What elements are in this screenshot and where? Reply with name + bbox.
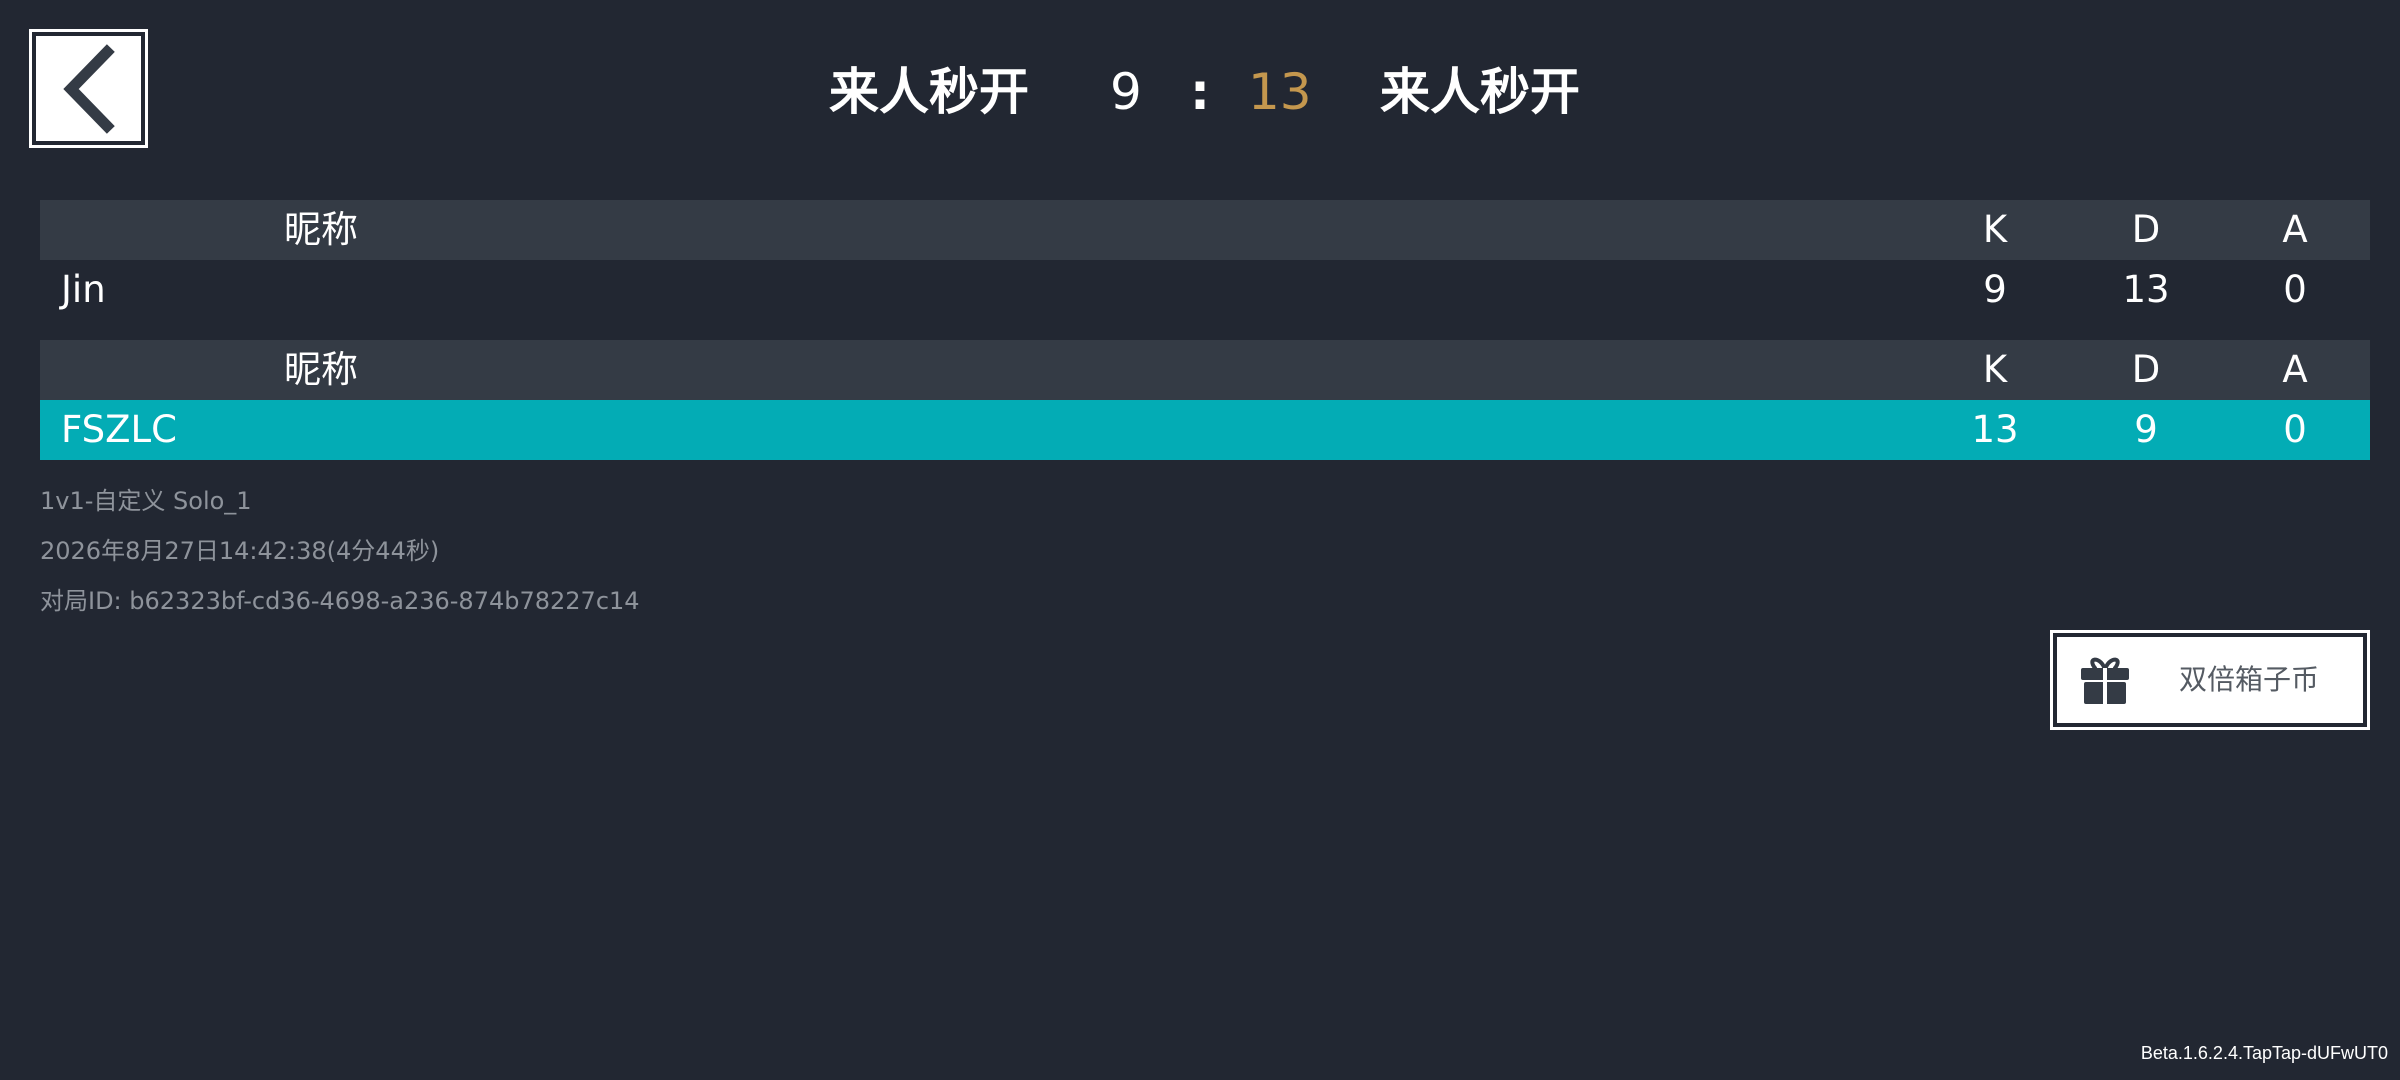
score-header: 来人秒开 9 : 13 来人秒开 xyxy=(0,55,2400,130)
table-header-row: 昵称 K D A xyxy=(40,200,2370,260)
nickname-column-header: 昵称 xyxy=(284,348,358,391)
match-id-text: 对局ID: b62323bf-cd36-4698-a236-874b78227c… xyxy=(40,587,640,615)
left-team-name: 来人秒开 xyxy=(829,63,1029,121)
gift-icon xyxy=(2081,657,2129,704)
player-assists: 0 xyxy=(2283,268,2307,311)
player-nickname: Jin xyxy=(61,268,106,311)
assists-column-header: A xyxy=(2282,348,2308,391)
player-kills: 9 xyxy=(1983,268,2007,311)
player-row[interactable]: Jin 9 13 0 xyxy=(40,260,2370,320)
version-text: Beta.1.6.2.4.TapTap-dUFwUT0 xyxy=(2140,1043,2388,1063)
double-coin-button-face: 双倍箱子币 xyxy=(2057,637,2363,723)
player-deaths: 9 xyxy=(2134,408,2158,451)
double-coin-label: 双倍箱子币 xyxy=(2179,663,2320,696)
nickname-column-header: 昵称 xyxy=(284,208,358,251)
left-team-score: 9 xyxy=(1110,63,1142,121)
deaths-column-header: D xyxy=(2131,208,2161,251)
match-time-text: 2026年8月27日14:42:38(4分44秒) xyxy=(40,537,440,565)
team-table-top: 昵称 K D A Jin 9 13 0 xyxy=(40,200,2370,320)
assists-column-header: A xyxy=(2282,208,2308,251)
match-mode-text: 1v1-自定义 Solo_1 xyxy=(40,487,252,515)
player-deaths: 13 xyxy=(2122,268,2170,311)
player-nickname: FSZLC xyxy=(61,408,177,451)
double-coin-button[interactable]: 双倍箱子币 xyxy=(2050,630,2370,730)
kills-column-header: K xyxy=(1982,348,2008,391)
right-team-score: 13 xyxy=(1248,63,1312,121)
score-separator: : xyxy=(1190,63,1210,121)
table-header-row: 昵称 K D A xyxy=(40,340,2370,400)
kills-column-header: K xyxy=(1982,208,2008,251)
team-table-bottom: 昵称 K D A FSZLC 13 9 0 xyxy=(40,340,2370,460)
player-assists: 0 xyxy=(2283,408,2307,451)
player-kills: 13 xyxy=(1971,408,2019,451)
deaths-column-header: D xyxy=(2131,348,2161,391)
player-row-highlighted[interactable]: FSZLC 13 9 0 xyxy=(40,400,2370,460)
right-team-name: 来人秒开 xyxy=(1380,63,1580,121)
